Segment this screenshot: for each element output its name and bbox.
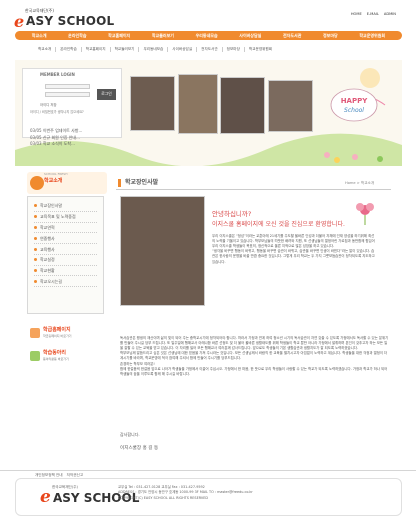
banner-sub: 학급홈페이지 바로가기 [43, 334, 72, 339]
logo-mark[interactable]: e [14, 12, 24, 32]
subnav-item[interactable]: 온라인학습 [55, 47, 81, 52]
top-links: HOME E-MAIL ADMIN [351, 12, 396, 16]
photo-3 [220, 77, 265, 134]
sidebar-item-directions[interactable]: 학교오시는길 [34, 276, 97, 288]
gnb-item[interactable]: 정보마당 [323, 33, 338, 38]
flower-decoration [356, 203, 374, 225]
home-link[interactable]: HOME [351, 12, 362, 16]
gnb-item[interactable]: 학교소개 [32, 33, 47, 38]
login-id-input[interactable] [45, 84, 90, 89]
subnav-item[interactable]: 우리동네모습 [138, 47, 167, 52]
global-nav: 학교소개 온라인학습 학교홈페이지 학교둘러보기 우리동네모습 사이버상담실 전… [15, 31, 402, 40]
gnb-item[interactable]: 학교홈페이지 [108, 33, 130, 38]
class-homepage-banner[interactable]: 학급홈페이지 학급홈페이지 바로가기 [30, 325, 110, 341]
greeting-paragraph-2: 독서습관은 평생의 재산이며 삶의 빛이 되어 주는 중학교시기에 정착되어야 … [120, 336, 389, 376]
sidebar-header-small: SCHOOL FRESH [44, 172, 68, 176]
admin-link[interactable]: ADMIN [384, 12, 396, 16]
logo-text[interactable]: ASY SCHOOL [26, 14, 114, 29]
photo-4 [268, 80, 313, 132]
remember-id-checkbox[interactable]: 아이디 저장 [40, 103, 57, 107]
subnav-item[interactable]: 전자도서관 [196, 47, 222, 52]
notice-item[interactable]: 03/05 신규 회원 인증 안내... [30, 135, 120, 140]
sidebar-item-current[interactable]: 학교현황 [34, 266, 97, 277]
email-link[interactable]: E-MAIL [367, 12, 379, 16]
sidebar-item-events[interactable]: 연중행사 [34, 233, 97, 245]
title-accent [118, 179, 121, 187]
footer-logo-mark: e [40, 487, 51, 507]
gnb-item[interactable]: 학교둘러보기 [152, 33, 174, 38]
sidebar-item-greeting[interactable]: 학교장인사말 [34, 201, 97, 212]
greeting-welcome: 이지스쿨 홈페이지에 오신 것을 진심으로 환영합니다. [212, 221, 345, 228]
sidebar-item-status[interactable]: 학교실정 [34, 255, 97, 266]
sidebar-header-title: 학교소개 [44, 178, 63, 184]
greeting-hello: 안녕하십니까? [212, 210, 252, 218]
privacy-policy-link[interactable]: 개인정보정책 안내 [35, 473, 63, 477]
breadcrumb: Home > 학교소개 [345, 181, 375, 185]
gnb-item[interactable]: 전자도서관 [283, 33, 301, 38]
banner-title: 학급홈페이지 [43, 327, 71, 333]
footer-info: 교무실 Tel : 031-427-0128 교무실 Fax : 031-427… [118, 485, 253, 500]
page-title: 학교장인사말 [125, 179, 159, 186]
footer-divider [0, 470, 416, 471]
notice-list: 03/05 이번주 업데이트 사항... 03/05 신규 회원 인증 안내..… [30, 128, 120, 148]
study-club-icon [30, 351, 40, 361]
gnb-item[interactable]: 우리동네모습 [196, 33, 218, 38]
subnav-item[interactable]: 사이버상담실 [167, 47, 196, 52]
login-button[interactable]: 로그인 [97, 89, 116, 100]
greeting-paragraph-1: 우리 이지스쿨은 “정성”이라는 교훈아래 21세기를 주도할 올바른 인성과 … [212, 234, 375, 264]
login-title: MEMBER LOGIN [40, 72, 75, 77]
banner-sub: 동아리활동 바로가기 [43, 357, 69, 362]
footer-links: 개인정보정책 안내 저작권신고 [35, 473, 83, 477]
notice-item[interactable]: 03/05 이번주 업데이트 사항... [30, 128, 120, 133]
class-homepage-icon [30, 328, 40, 338]
sub-nav: 학교소개 온라인학습 학교홈페이지 학교둘러보기 우리동네모습 사이버상담실 전… [34, 46, 384, 53]
subnav-item[interactable]: 학교둘러보기 [109, 47, 139, 52]
footer-logo-caption: 한국교육재단(주) [52, 485, 78, 489]
study-club-banner[interactable]: 학습동아리 동아리활동 바로가기 [30, 348, 110, 364]
subnav-item[interactable]: 학교홈페이지 [80, 47, 110, 52]
copyright-report-link[interactable]: 저작권신고 [67, 473, 84, 477]
happy-school-sign: HAPPY School [330, 88, 378, 122]
photo-1 [130, 76, 175, 131]
sidebar-menu: 학교장인사말 교육목표 및 노력중점 학교연혁 연중행사 교육행사 학교실정 학… [27, 196, 104, 314]
logo-caption: 한국교육재단(주) [25, 8, 54, 13]
login-password-input[interactable] [45, 92, 90, 97]
banner-title: 학습동아리 [43, 350, 67, 356]
subnav-item[interactable]: 학교소개 [34, 47, 55, 51]
photo-2 [178, 74, 218, 134]
sidebar-item-edu-events[interactable]: 교육행사 [34, 244, 97, 255]
find-account-link[interactable]: 아이디 / 비밀번호가 생각나지 않으세요? [30, 110, 84, 114]
sidebar-item-history[interactable]: 학교연혁 [34, 223, 97, 234]
gnb-item[interactable]: 사이버상담실 [239, 33, 261, 38]
gnb-item[interactable]: 온라인학습 [68, 33, 86, 38]
svg-text:HAPPY: HAPPY [341, 97, 369, 105]
gnb-item[interactable]: 학교운영위원회 [359, 33, 385, 38]
subnav-item[interactable]: 정보마당 [221, 47, 244, 52]
principal-photo [120, 196, 205, 306]
sidebar-item-goals[interactable]: 교육목표 및 노력중점 [34, 212, 97, 223]
svg-text:School: School [344, 107, 364, 114]
subnav-item[interactable]: 학교운영위원회 [243, 47, 276, 52]
closing-thanks: 감사합니다. [120, 432, 140, 437]
principal-signature: 이지스쿨장 홍 길 동 [120, 446, 159, 451]
notice-item[interactable]: 03/03 학교 소식이 도착... [30, 141, 120, 146]
